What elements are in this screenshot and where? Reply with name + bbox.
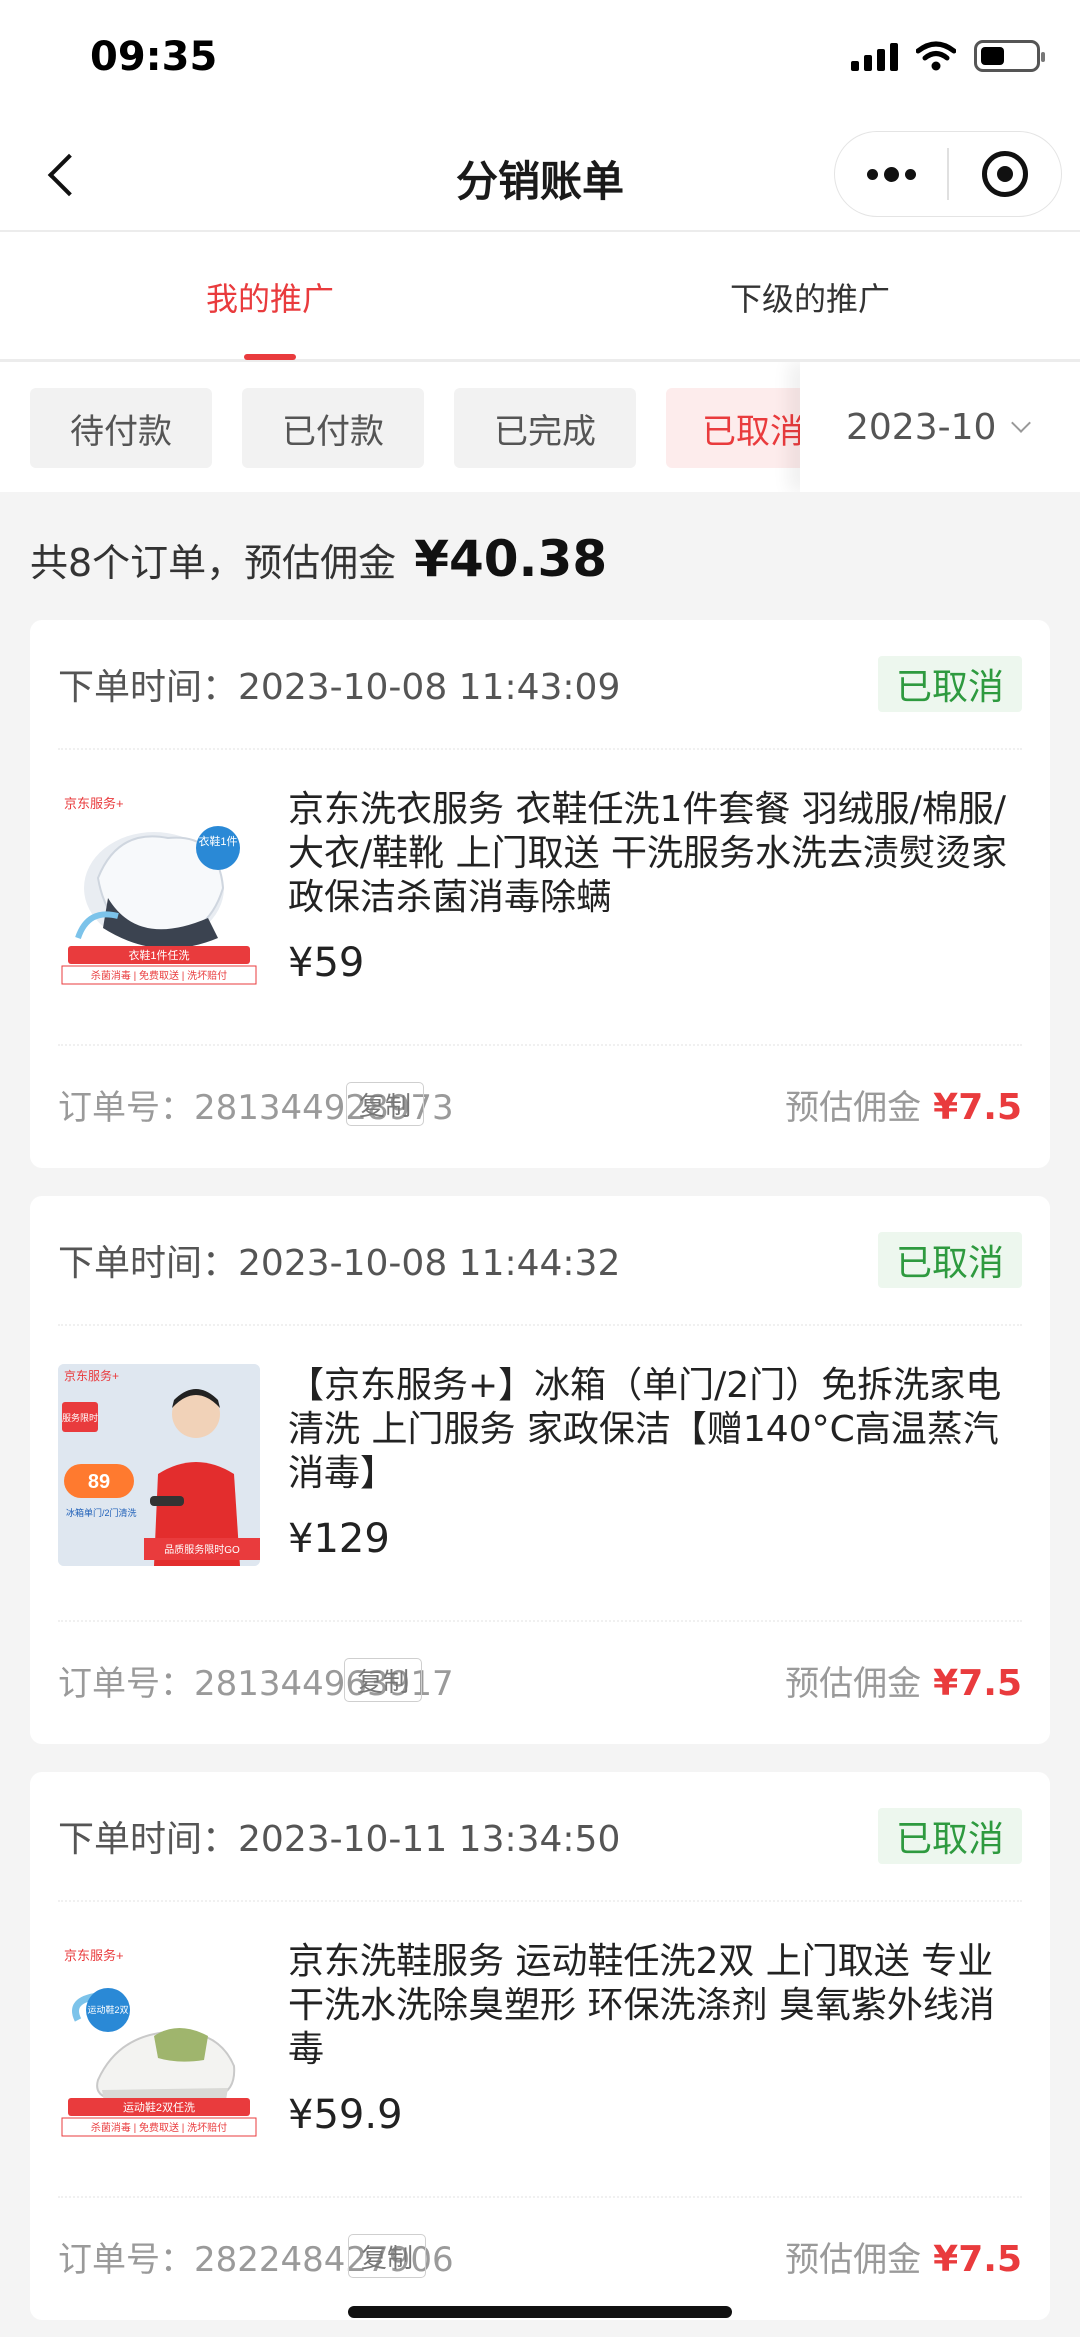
summary-commission-amount: ¥40.38	[414, 530, 608, 588]
home-indicator[interactable]	[348, 2306, 732, 2318]
thumb-brand: 京东服务+	[64, 1948, 124, 1963]
order-card[interactable]: 下单时间：2023-10-08 11:44:32 已取消 京东服务+ 服务限时 …	[30, 1196, 1050, 1744]
order-time: 下单时间：2023-10-08 11:43:09	[58, 667, 621, 708]
chevron-down-icon	[1011, 413, 1032, 433]
divider	[58, 1620, 1022, 1622]
status-filter-bar: 待付款 已付款 已完成 已取消 2023-10	[0, 362, 1080, 492]
product-title[interactable]: 京东洗衣服务 衣鞋任洗1件套餐 羽绒服/棉服/大衣/鞋靴 上门取送 干洗服务水洗…	[288, 788, 1018, 920]
thumb-footer: 品质服务限时GO	[164, 1543, 240, 1556]
order-status-badge: 已取消	[877, 656, 1022, 712]
status-time: 09:35	[90, 34, 218, 80]
tab-sub-promotion[interactable]: 下级的推广	[540, 274, 1080, 320]
month-value: 2023-10	[846, 406, 997, 448]
miniprogram-capsule	[834, 131, 1062, 217]
tab-my-promotion[interactable]: 我的推广	[0, 274, 540, 320]
more-icon[interactable]	[835, 132, 947, 216]
thumb-brand: 京东服务+	[64, 1368, 119, 1383]
commission-amount: ¥7.5	[933, 2239, 1022, 2280]
thumb-footer: 杀菌消毒 | 免费取送 | 洗坏赔付	[91, 2121, 227, 2134]
status-bar: 09:35	[0, 0, 1080, 120]
divider	[58, 748, 1022, 750]
status-icons	[851, 40, 1045, 72]
cellular-signal-icon	[851, 41, 898, 71]
filter-completed[interactable]: 已完成	[454, 388, 636, 468]
close-miniprogram-icon[interactable]	[949, 132, 1061, 216]
product-title[interactable]: 【京东服务+】冰箱（单门/2门）免拆洗家电清洗 上门服务 家政保洁【赠140°C…	[288, 1364, 1018, 1496]
thumb-banner: 衣鞋1件任洗	[128, 948, 189, 962]
order-time: 下单时间：2023-10-11 13:34:50	[58, 1819, 621, 1860]
product-thumbnail[interactable]: 京东服务+ 衣鞋1件 衣鞋1件任洗 杀菌消毒 | 免费取送 | 洗坏赔付	[58, 788, 260, 990]
estimated-commission: 预估佣金 ¥7.5	[785, 1087, 1022, 1128]
product-title[interactable]: 京东洗鞋服务 运动鞋任洗2双 上门取送 专业干洗水洗除臭塑形 环保洗涤剂 臭氧紫…	[288, 1940, 1018, 2072]
battery-icon	[974, 40, 1045, 72]
tab-bar: 我的推广 下级的推广	[0, 230, 1080, 362]
thumb-banner: 运动鞋2双任洗	[123, 2100, 195, 2114]
copy-order-number-button[interactable]: 复制	[348, 2234, 427, 2278]
filter-paid[interactable]: 已付款	[242, 388, 424, 468]
thumb-tag: 衣鞋1件	[198, 834, 237, 848]
estimated-commission: 预估佣金 ¥7.5	[785, 1663, 1022, 1704]
commission-amount: ¥7.5	[933, 1087, 1022, 1128]
thumb-sub: 冰箱单门/2门清洗	[66, 1507, 137, 1518]
order-card[interactable]: 下单时间：2023-10-08 11:43:09 已取消 京东服务+ 衣鞋1件 …	[30, 620, 1050, 1168]
summary-text: 共8个订单，预估佣金	[30, 541, 397, 585]
copy-order-number-button[interactable]: 复制	[346, 1082, 425, 1126]
divider	[58, 1900, 1022, 1902]
divider	[58, 1044, 1022, 1046]
order-time: 下单时间：2023-10-08 11:44:32	[58, 1243, 621, 1284]
wifi-icon	[916, 41, 956, 71]
product-thumbnail[interactable]: 京东服务+ 服务限时 89 冰箱单门/2门清洗 品质服务限时GO	[58, 1364, 260, 1566]
product-price: ¥59	[288, 940, 365, 986]
divider	[58, 2196, 1022, 2198]
product-thumbnail[interactable]: 京东服务+ 运动鞋2双 运动鞋2双任洗 杀菌消毒 | 免费取送 | 洗坏赔付	[58, 1940, 260, 2142]
commission-amount: ¥7.5	[933, 1663, 1022, 1704]
product-price: ¥59.9	[288, 2092, 403, 2138]
estimated-commission: 预估佣金 ¥7.5	[785, 2239, 1022, 2280]
thumb-tag: 服务限时	[62, 1412, 98, 1423]
order-card[interactable]: 下单时间：2023-10-11 13:34:50 已取消 京东服务+ 运动鞋2双…	[30, 1772, 1050, 2320]
thumb-tag: 运动鞋2双	[87, 2004, 128, 2015]
order-status-badge: 已取消	[877, 1808, 1022, 1864]
thumb-footer: 杀菌消毒 | 免费取送 | 洗坏赔付	[91, 969, 227, 982]
tab-active-indicator	[244, 354, 296, 360]
copy-order-number-button[interactable]: 复制	[344, 1658, 423, 1702]
order-status-badge: 已取消	[877, 1232, 1022, 1288]
product-price: ¥129	[288, 1516, 390, 1562]
order-summary: 共8个订单，预估佣金 ¥40.38	[30, 530, 607, 588]
thumb-price: 89	[88, 1471, 110, 1493]
filter-pending-payment[interactable]: 待付款	[30, 388, 212, 468]
nav-bar: 分销账单	[0, 120, 1080, 230]
divider	[58, 1324, 1022, 1326]
thumb-brand: 京东服务+	[64, 796, 124, 811]
month-picker[interactable]: 2023-10	[800, 362, 1080, 492]
